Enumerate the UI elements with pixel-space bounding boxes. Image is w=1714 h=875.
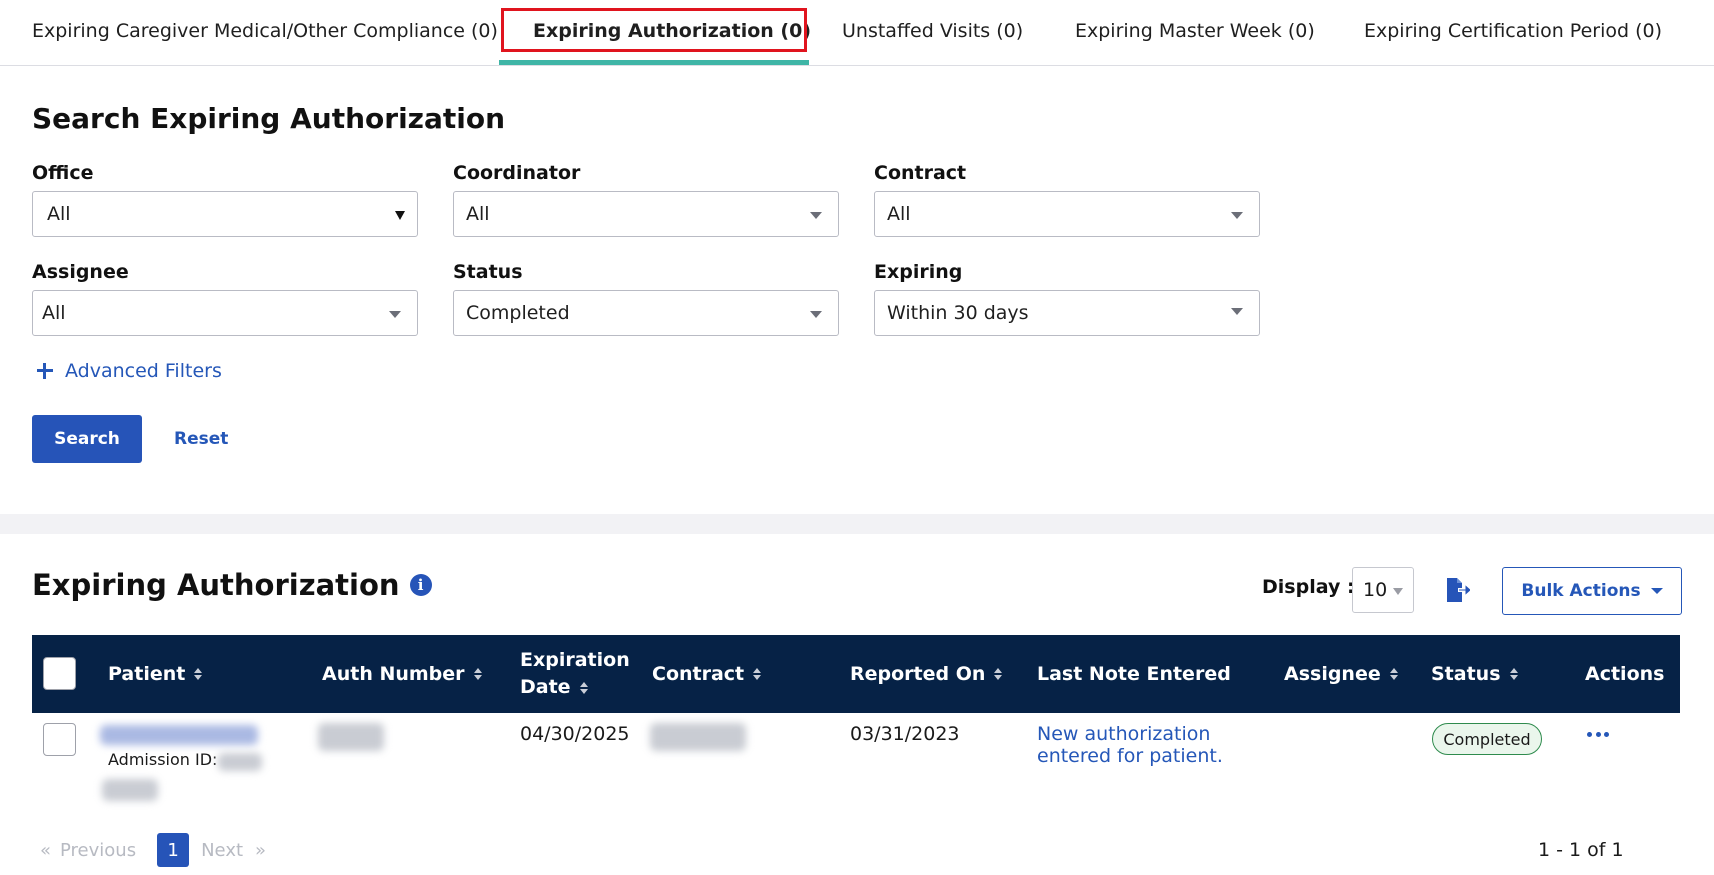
column-header-actions: Actions (1585, 635, 1664, 713)
caret-down-icon (1650, 588, 1663, 594)
tab-expiring-certification-period[interactable]: Expiring Certification Period (0) (1364, 0, 1662, 66)
office-select[interactable]: All (32, 191, 418, 237)
column-header-label: Status (1431, 663, 1501, 685)
status-label: Status (453, 261, 523, 283)
bulk-actions-button[interactable]: Bulk Actions (1502, 567, 1682, 615)
info-icon[interactable]: i (409, 574, 432, 596)
chevron-down-icon (1393, 588, 1403, 595)
column-header-text: Expiration Date (520, 649, 630, 698)
advanced-filters-label: Advanced Filters (65, 360, 222, 382)
chevron-down-icon (395, 211, 405, 220)
sort-icon (753, 668, 762, 680)
plus-icon (37, 363, 53, 379)
column-header-contract[interactable]: Contract (652, 635, 762, 713)
chevron-down-icon (810, 212, 822, 219)
assignee-value: All (42, 302, 66, 324)
chevron-down-icon (1231, 212, 1243, 219)
column-header-auth-number[interactable]: Auth Number (322, 635, 482, 713)
tab-expiring-authorization[interactable]: Expiring Authorization (0) (533, 0, 811, 66)
pagination-summary: 1 - 1 of 1 (1538, 839, 1624, 861)
last-page-link[interactable]: » (255, 840, 266, 861)
coordinator-label: Coordinator (453, 162, 581, 184)
tab-bar: Expiring Caregiver Medical/Other Complia… (0, 0, 1714, 66)
column-header-label: Patient (108, 663, 186, 685)
column-header-expiration-date[interactable]: Expiration Date (520, 635, 630, 713)
results-panel: Expiring Authorization i Display : 10 Bu… (0, 534, 1714, 875)
admission-id-redacted (218, 753, 262, 771)
column-header-label: Contract (652, 663, 745, 685)
column-header-label: Assignee (1284, 663, 1381, 685)
first-page-link[interactable]: « (40, 840, 51, 861)
table-header: Patient Auth Number Expiration Date Cont… (32, 635, 1680, 713)
active-tab-underline (499, 60, 809, 65)
export-icon[interactable] (1444, 577, 1470, 603)
reported-on-cell: 03/31/2023 (850, 723, 960, 745)
chevron-down-icon (1231, 308, 1243, 315)
sort-icon (1509, 668, 1518, 680)
column-header-assignee[interactable]: Assignee (1284, 635, 1398, 713)
contract-select[interactable]: All (874, 191, 1260, 237)
column-header-patient[interactable]: Patient (108, 635, 203, 713)
tab-expiring-caregiver-compliance[interactable]: Expiring Caregiver Medical/Other Complia… (32, 0, 498, 66)
more-actions-icon[interactable] (1587, 727, 1609, 741)
admission-id-label: Admission ID: (108, 750, 218, 769)
column-header-label: Auth Number (322, 663, 465, 685)
search-title: Search Expiring Authorization (32, 102, 506, 135)
contract-value: All (887, 203, 911, 225)
column-header-last-note: Last Note Entered (1037, 635, 1231, 713)
column-header-label: Actions (1585, 663, 1665, 685)
chevron-down-icon (810, 311, 822, 318)
pagination: « Previous 1 Next » (40, 832, 266, 868)
sort-icon (473, 668, 482, 680)
results-title: Expiring Authorization i (32, 568, 432, 602)
select-all-checkbox[interactable] (43, 657, 76, 690)
expiring-label: Expiring (874, 261, 963, 283)
coordinator-value: All (466, 203, 490, 225)
status-value: Completed (466, 302, 570, 324)
advanced-filters-link[interactable]: Advanced Filters (37, 360, 222, 382)
sort-icon (579, 681, 588, 694)
sort-icon (194, 668, 203, 680)
results-title-text: Expiring Authorization (32, 568, 400, 602)
auth-number-redacted (318, 723, 384, 751)
table-row: Admission ID: 04/30/2025 03/31/2023 New … (32, 713, 1680, 813)
column-header-label: Expiration Date (520, 647, 630, 701)
contract-label: Contract (874, 162, 967, 184)
tab-expiring-master-week[interactable]: Expiring Master Week (0) (1075, 0, 1315, 66)
office-label: Office (32, 162, 94, 184)
assignee-label: Assignee (32, 261, 129, 283)
page-size-value: 10 (1363, 579, 1388, 601)
expiring-select[interactable]: Within 30 days (874, 290, 1260, 336)
coordinator-select[interactable]: All (453, 191, 839, 237)
tab-unstaffed-visits[interactable]: Unstaffed Visits (0) (842, 0, 1023, 66)
admission-id-redacted-continued (102, 779, 158, 801)
search-button[interactable]: Search (32, 415, 142, 463)
bulk-actions-label: Bulk Actions (1521, 581, 1641, 601)
patient-name-redacted[interactable] (100, 725, 258, 745)
sort-icon (1389, 668, 1398, 680)
status-select[interactable]: Completed (453, 290, 839, 336)
column-header-status[interactable]: Status (1431, 635, 1518, 713)
next-page-link[interactable]: Next (201, 840, 243, 861)
expiring-value: Within 30 days (887, 302, 1029, 324)
reset-button[interactable]: Reset (174, 429, 228, 449)
sort-icon (994, 668, 1003, 680)
search-panel: Search Expiring Authorization Office All… (0, 66, 1714, 514)
page-1-button[interactable]: 1 (157, 833, 190, 867)
office-value: All (47, 203, 71, 225)
column-header-label: Last Note Entered (1037, 663, 1231, 685)
chevron-down-icon (389, 311, 401, 318)
assignee-select[interactable]: All (32, 290, 418, 336)
row-checkbox[interactable] (43, 723, 76, 756)
display-label: Display : (1262, 576, 1355, 598)
status-badge: Completed (1432, 723, 1542, 755)
page-size-select[interactable]: 10 (1352, 567, 1414, 613)
last-note-link[interactable]: New authorization entered for patient. (1037, 723, 1247, 767)
section-divider (0, 514, 1714, 534)
previous-page-link[interactable]: Previous (60, 840, 136, 861)
contract-redacted (650, 723, 746, 751)
column-header-label: Reported On (850, 663, 986, 685)
expiration-date-cell: 04/30/2025 (520, 723, 630, 745)
column-header-reported-on[interactable]: Reported On (850, 635, 1003, 713)
